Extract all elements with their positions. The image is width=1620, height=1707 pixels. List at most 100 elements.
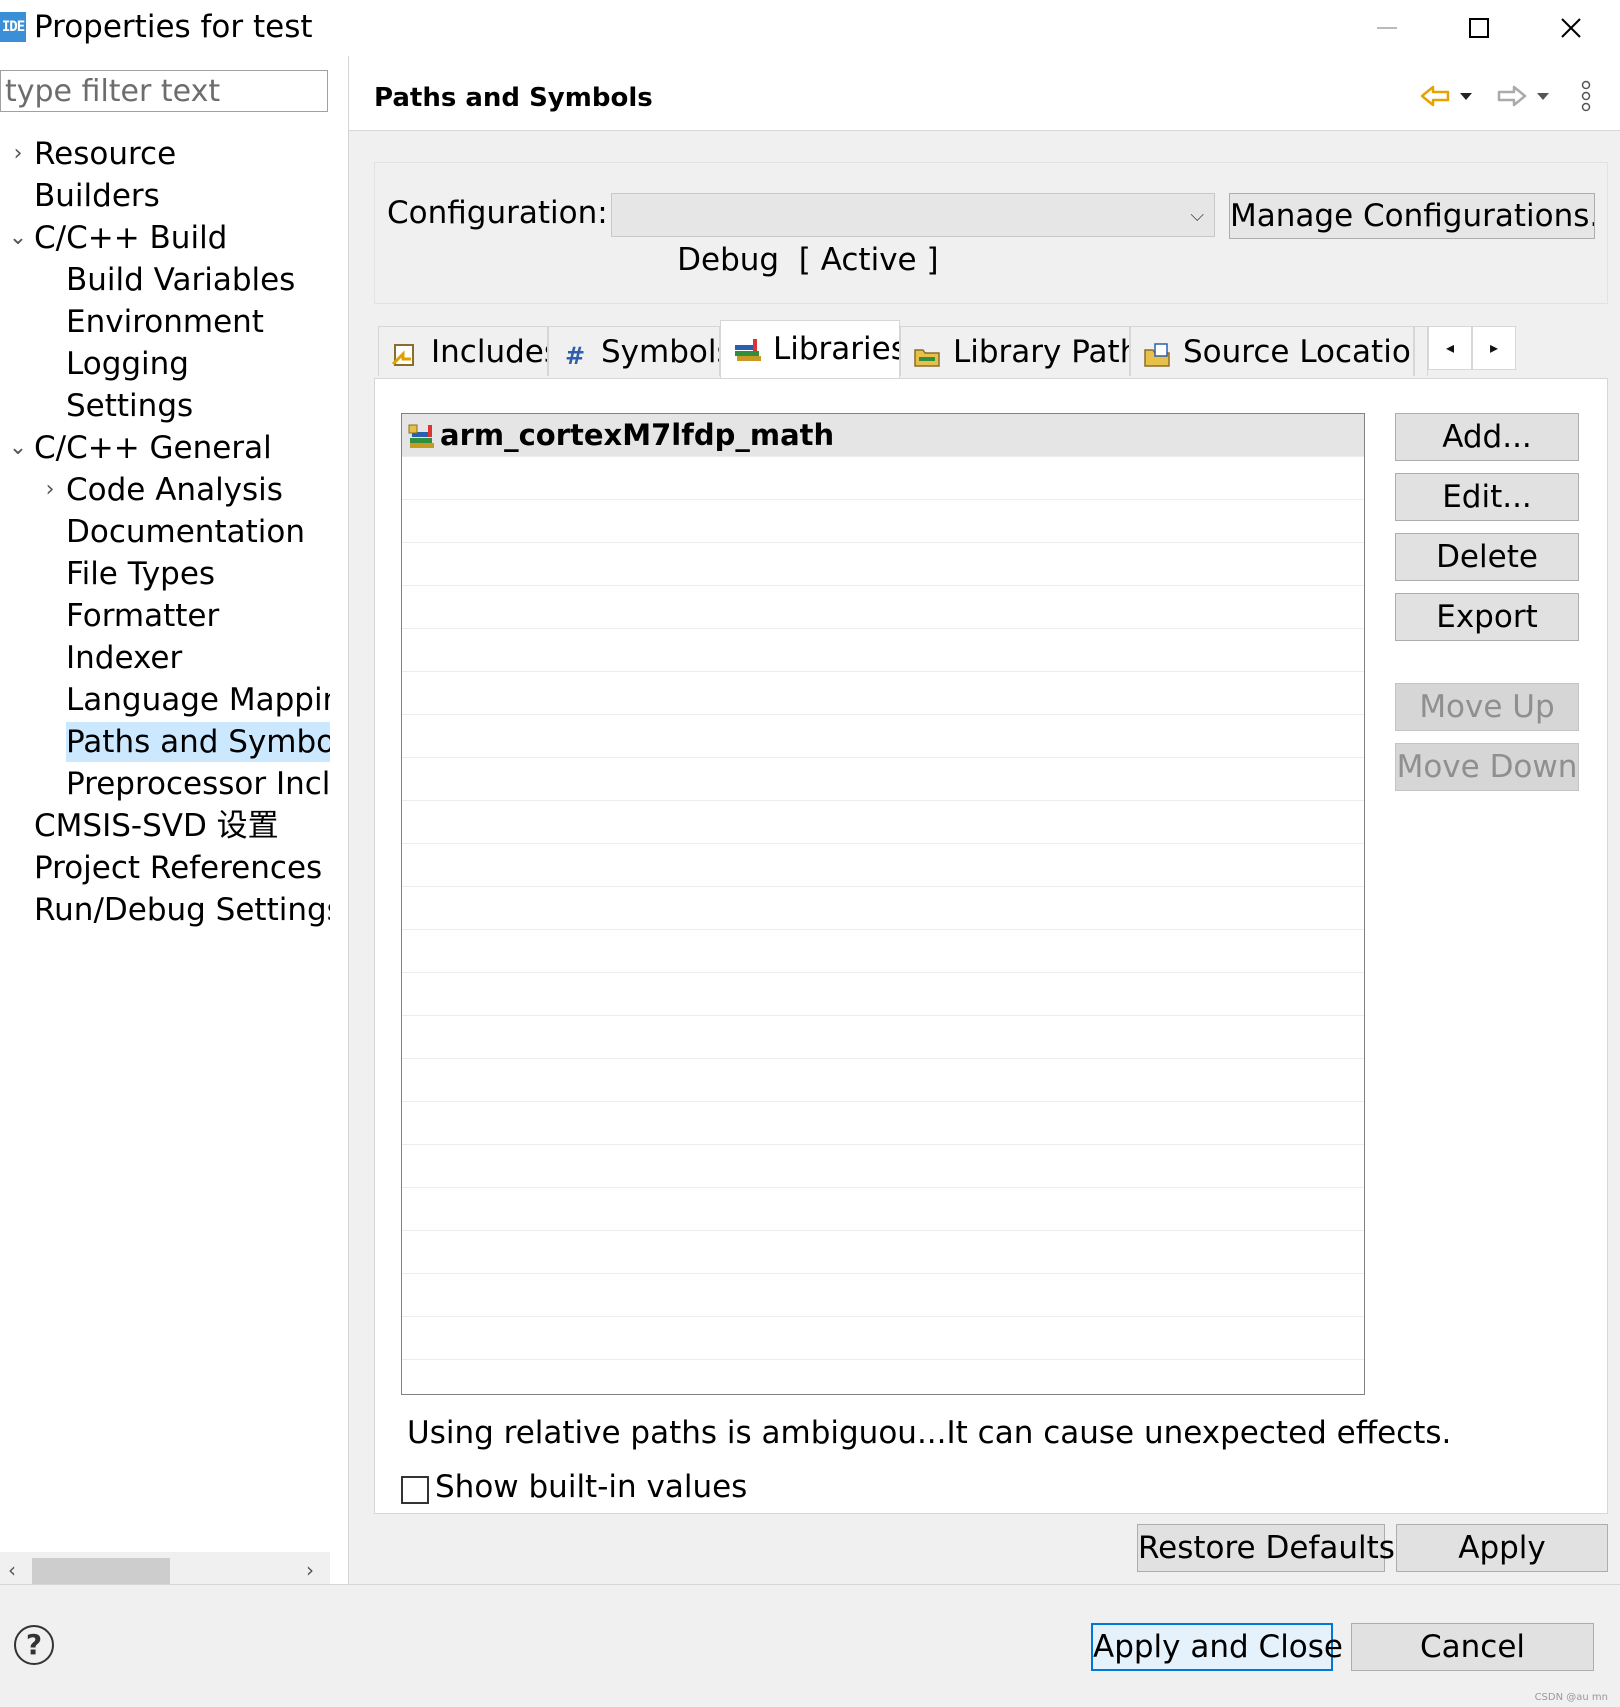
delete-button[interactable]: Delete	[1395, 533, 1579, 581]
view-menu-button[interactable]	[1571, 76, 1601, 116]
page-title: Paths and Symbols	[374, 83, 653, 113]
configuration-label: Configuration:	[387, 195, 608, 231]
tree-item[interactable]: Paths and Symbols	[0, 722, 330, 762]
back-button[interactable]	[1412, 76, 1482, 116]
tab-library-paths[interactable]: Library Paths	[900, 326, 1130, 376]
tab-libraries[interactable]: Libraries	[720, 320, 900, 378]
move-up-button[interactable]: Move Up	[1395, 683, 1579, 731]
tree-item[interactable]: Builders	[0, 176, 330, 216]
tree-item-label: Project References	[34, 850, 323, 886]
tree-item-label: Environment	[66, 304, 264, 340]
tree-item-label: C/C++ Build	[34, 220, 228, 256]
tab-scroll-right-button[interactable]: ▸	[1472, 326, 1516, 370]
tab-symbols[interactable]: # Symbols	[548, 326, 720, 376]
manage-configurations-button[interactable]: Manage Configurations...	[1229, 193, 1595, 239]
filter-input[interactable]: type filter text	[0, 70, 328, 112]
tree-item[interactable]: Indexer	[0, 638, 330, 678]
minimize-button[interactable]	[1342, 0, 1432, 56]
tree-item[interactable]: Language Mappings	[0, 680, 330, 720]
tab-overflow[interactable]	[1414, 326, 1428, 376]
chevron-down-icon	[1460, 93, 1472, 100]
configuration-group: Configuration: Debug [ Active ] ⌵ Manage…	[374, 162, 1608, 304]
tree-item-label: CMSIS-SVD 设置	[34, 808, 279, 844]
source-location-icon	[1144, 343, 1170, 367]
property-page: Paths and Symbols Configuration: Debug […	[349, 56, 1620, 1584]
cancel-button[interactable]: Cancel	[1351, 1623, 1594, 1671]
empty-row	[402, 801, 1364, 844]
libraries-tab-content: arm_cortexM7lfdp_math Add... Edit... Del…	[374, 378, 1608, 1514]
apply-and-close-button[interactable]: Apply and Close	[1091, 1623, 1343, 1671]
tab-label: Source Location	[1183, 334, 1414, 370]
tree-item-label: Code Analysis	[66, 472, 283, 508]
tab-folder: Includes # Symbols Libraries Library Pat…	[378, 320, 1606, 378]
libraries-icon	[735, 339, 761, 361]
empty-row	[402, 672, 1364, 715]
empty-row	[402, 1059, 1364, 1102]
configuration-value: Debug [ Active ]	[677, 242, 939, 278]
export-button[interactable]: Export	[1395, 593, 1579, 641]
libraries-list[interactable]: arm_cortexM7lfdp_math	[401, 413, 1365, 1395]
apply-button[interactable]: Apply	[1396, 1524, 1608, 1572]
window-title: Properties for test	[34, 9, 313, 45]
show-builtin-checkbox[interactable]	[401, 1476, 429, 1504]
tree-item-label: Paths and Symbols	[66, 722, 330, 762]
back-arrow-icon	[1420, 85, 1450, 107]
close-icon	[1561, 18, 1581, 38]
tree-item[interactable]: File Types	[0, 554, 330, 594]
chevron-right-icon[interactable]: ›	[40, 470, 60, 510]
close-button[interactable]	[1526, 0, 1616, 56]
scroll-right-icon[interactable]: ›	[306, 1552, 314, 1588]
tree-item-label: Formatter	[66, 598, 220, 634]
empty-row	[402, 758, 1364, 801]
tab-includes[interactable]: Includes	[378, 326, 548, 376]
tree-item[interactable]: Settings	[0, 386, 330, 426]
restore-defaults-button[interactable]: Restore Defaults	[1137, 1524, 1395, 1572]
tree-item[interactable]: Build Variables	[0, 260, 330, 300]
empty-row	[402, 930, 1364, 973]
empty-row	[402, 586, 1364, 629]
tab-source-location[interactable]: Source Location	[1130, 326, 1414, 376]
chevron-down-icon[interactable]: ⌄	[8, 218, 28, 258]
scroll-left-icon[interactable]: ‹	[8, 1552, 16, 1588]
maximize-button[interactable]	[1434, 0, 1524, 56]
chevron-down-icon[interactable]: ⌄	[8, 428, 28, 468]
tree-item[interactable]: ⌄ C/C++ Build	[0, 218, 330, 258]
empty-row	[402, 457, 1364, 500]
show-builtin-label[interactable]: Show built-in values	[435, 1465, 747, 1509]
tree-item-label: Documentation	[66, 514, 305, 550]
empty-row	[402, 844, 1364, 887]
empty-row	[402, 1188, 1364, 1231]
configuration-select[interactable]: Debug [ Active ] ⌵	[611, 193, 1215, 278]
tree-item[interactable]: Formatter	[0, 596, 330, 636]
tree-item[interactable]: ⌄ C/C++ General	[0, 428, 330, 468]
empty-row	[402, 1102, 1364, 1145]
tree-item[interactable]: Preprocessor Include Paths, Macros etc.	[0, 764, 330, 804]
tab-label: Library Paths	[953, 334, 1129, 370]
chevron-right-icon[interactable]: ›	[8, 134, 28, 174]
tree-item-label: Run/Debug Settings	[34, 892, 330, 928]
tree-item[interactable]: › Resource	[0, 134, 330, 174]
tree-item-label: File Types	[66, 556, 216, 592]
empty-row	[402, 500, 1364, 543]
edit-button[interactable]: Edit...	[1395, 473, 1579, 521]
tab-scroll-left-button[interactable]: ◂	[1428, 326, 1472, 370]
tree-item[interactable]: › Code Analysis	[0, 470, 330, 510]
help-icon[interactable]: ?	[14, 1625, 54, 1665]
page-header: Paths and Symbols	[349, 56, 1620, 131]
scrollbar-thumb[interactable]	[32, 1558, 170, 1584]
tree-item[interactable]: Documentation	[0, 512, 330, 552]
forward-button[interactable]	[1489, 76, 1559, 116]
tree-item[interactable]: Logging	[0, 344, 330, 384]
list-item[interactable]: arm_cortexM7lfdp_math	[402, 414, 1364, 457]
tree-item[interactable]: Run/Debug Settings	[0, 890, 330, 930]
empty-row	[402, 1360, 1364, 1394]
tree-item[interactable]: Environment	[0, 302, 330, 342]
move-down-button[interactable]: Move Down	[1395, 743, 1579, 791]
tree-item[interactable]: CMSIS-SVD 设置	[0, 806, 330, 846]
vertical-ellipsis-icon	[1581, 80, 1591, 112]
relative-paths-warning: Using relative paths is ambiguou...It ca…	[407, 1415, 1452, 1451]
tree-horizontal-scrollbar[interactable]: ‹ ›	[0, 1552, 330, 1588]
add-button[interactable]: Add...	[1395, 413, 1579, 461]
tree-item[interactable]: Project References	[0, 848, 330, 888]
app-icon: IDE	[0, 12, 26, 42]
